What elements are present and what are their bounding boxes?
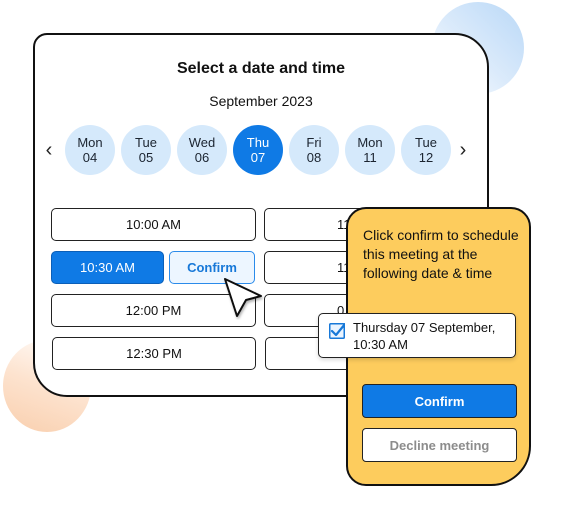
page-title: Select a date and time: [176, 60, 346, 77]
mouse-pointer-icon: [224, 278, 262, 317]
confirm-button[interactable]: Confirm: [362, 384, 517, 418]
day-option[interactable]: Tue 12: [401, 125, 451, 175]
day-weekday: Tue: [415, 135, 437, 150]
day-date: 08: [306, 150, 322, 165]
day-weekday: Fri: [306, 135, 322, 150]
day-date: 11: [363, 150, 377, 165]
day-weekday: Wed: [188, 135, 216, 150]
day-option[interactable]: Fri 08: [289, 125, 339, 175]
day-weekday: Thu: [246, 135, 270, 150]
day-date: 12: [418, 150, 434, 165]
summary-text: Thursday 07 September, 10:30 AM: [353, 319, 495, 353]
summary-date: Thursday 07 September,: [353, 320, 496, 335]
day-weekday: Tue: [135, 135, 157, 150]
day-option[interactable]: Tue 05: [121, 125, 171, 175]
day-date: 05: [138, 150, 154, 165]
time-slot[interactable]: 12:30 PM: [52, 337, 256, 370]
day-option[interactable]: Mon 04: [65, 125, 115, 175]
decline-meeting-button[interactable]: Decline meeting: [362, 428, 517, 462]
day-picker: Mon 04 Tue 05 Wed 06 Thu 07 Fri 08 Mon 11 Tue 1…: [65, 125, 451, 175]
day-weekday: Mon: [357, 135, 383, 150]
confirm-message: Click confirm to schedule this meeting a…: [363, 227, 519, 281]
selected-datetime-summary: Thursday 07 September, 10:30 AM: [318, 313, 516, 358]
chevron-right-icon[interactable]: ›: [456, 138, 470, 162]
time-slot[interactable]: 10:00 AM: [51, 208, 256, 241]
day-date: 06: [194, 150, 210, 165]
day-option[interactable]: Mon 11: [345, 125, 395, 175]
day-option[interactable]: Wed 06: [177, 125, 227, 175]
chevron-left-icon[interactable]: ‹: [42, 138, 56, 162]
day-date: 07: [250, 150, 266, 165]
month-label: September 2023: [209, 93, 313, 109]
summary-time: 10:30 AM: [353, 337, 408, 352]
day-date: 04: [82, 150, 98, 165]
checkbox-checked-icon[interactable]: [329, 323, 345, 339]
day-weekday: Mon: [77, 135, 103, 150]
day-option-selected[interactable]: Thu 07: [233, 125, 283, 175]
time-slot-selected[interactable]: 10:30 AM: [51, 251, 164, 284]
